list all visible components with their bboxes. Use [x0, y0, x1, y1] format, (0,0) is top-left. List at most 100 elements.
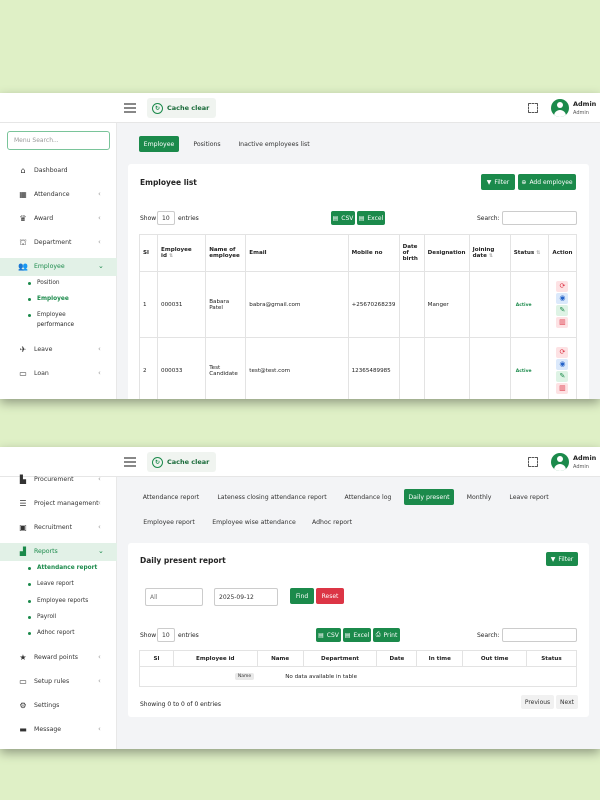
star-icon: ★ [19, 653, 27, 662]
sidebar-item-settings[interactable]: ⚙ Settings [0, 697, 117, 715]
col-employee-id[interactable]: Employee id [172, 650, 258, 667]
col-status[interactable]: Status ⇅ [509, 234, 549, 272]
col-name[interactable]: Name of employee [205, 234, 247, 272]
sidebar-sub-attendance-report[interactable]: Attendance report [27, 565, 97, 571]
sidebar-item-leave[interactable]: ✈ Leave ‹ [0, 341, 117, 359]
tab-inactive-employees[interactable]: Inactive employees list [235, 136, 313, 152]
col-sl[interactable]: Sl [138, 234, 159, 272]
sidebar-sub-position[interactable]: Position [28, 280, 60, 286]
sidebar-item-project-management[interactable]: ☰ Project management ‹ [0, 495, 117, 513]
sidebar-item-award[interactable]: ♛ Award ‹ [0, 210, 117, 228]
edit-icon[interactable]: ✎ [556, 371, 569, 382]
tab-positions[interactable]: Positions [187, 136, 227, 152]
col-email[interactable]: Email [245, 234, 349, 272]
add-employee-button[interactable]: ⊕ Add employee [518, 174, 576, 190]
users-icon: 👥 [18, 262, 28, 271]
edit-icon[interactable]: ✎ [556, 305, 569, 316]
table-search-input[interactable] [502, 628, 577, 642]
csv-button[interactable]: ▤ CSV [316, 628, 341, 642]
menu-search-input[interactable]: Menu Search... [7, 131, 110, 150]
tab-attendance-log[interactable]: Attendance log [340, 489, 396, 505]
sidebar-item-department[interactable]: ⛫ Department ‹ [0, 234, 117, 252]
chevron-down-icon: ⌄ [98, 547, 104, 555]
col-in-time[interactable]: In time [416, 650, 464, 667]
sidebar-item-reports[interactable]: ▟ Reports ⌄ [0, 543, 117, 561]
tab-daily-present[interactable]: Daily present [404, 489, 454, 505]
reset-button[interactable]: Reset [316, 588, 344, 604]
fullscreen-icon[interactable] [528, 103, 538, 113]
col-mobile[interactable]: Mobile no [347, 234, 400, 272]
employee-table: Sl Employee id ⇅ Name of employee Email M… [138, 234, 578, 399]
cache-clear-button[interactable]: ↻ Cache clear [147, 98, 217, 118]
excel-button[interactable]: ▤ Excel [343, 628, 371, 642]
tab-employee-report[interactable]: Employee report [139, 514, 199, 530]
sidebar-item-dashboard[interactable]: ⌂ Dashboard [0, 162, 117, 180]
col-status[interactable]: Status [526, 650, 577, 667]
sidebar-item-reward-points[interactable]: ★ Reward points ‹ [0, 649, 117, 667]
col-action[interactable]: Action [547, 234, 578, 272]
date-input[interactable]: 2025-09-12 [214, 588, 278, 606]
col-employee-id[interactable]: Employee id ⇅ [157, 234, 207, 272]
sidebar-item-loan[interactable]: ▭ Loan ‹ [0, 365, 117, 383]
table-search-input[interactable] [502, 211, 577, 225]
fullscreen-icon[interactable] [528, 457, 538, 467]
delete-icon[interactable]: ▥ [556, 383, 569, 394]
chevron-left-icon: ‹ [98, 190, 101, 198]
view-icon[interactable]: ◉ [556, 359, 569, 370]
col-department[interactable]: Department [302, 650, 378, 667]
sidebar-item-procurement[interactable]: ▙ Procurement ‹ [0, 471, 117, 489]
table-header-row: Sl Employee id ⇅ Name of employee Email M… [138, 234, 578, 272]
cache-clear-button[interactable]: ↻ Cache clear [147, 452, 217, 472]
refresh-icon[interactable]: ⟳ [556, 347, 569, 358]
previous-button[interactable]: Previous [521, 695, 554, 709]
page-size-select[interactable]: 10 [157, 628, 175, 642]
excel-button[interactable]: ▤ Excel [357, 211, 385, 225]
sidebar-item-attendance[interactable]: ▦ Attendance ‹ [0, 186, 117, 204]
daily-present-card: Daily present report ▼ Filter All 2025-09… [128, 543, 589, 717]
employee-select[interactable]: All [145, 588, 203, 606]
tab-lateness-closing[interactable]: Lateness closing attendance report [212, 489, 332, 505]
col-joining[interactable]: Joining date ⇅ [468, 234, 511, 272]
col-date[interactable]: Date [376, 650, 418, 667]
refresh-icon[interactable]: ⟳ [556, 281, 569, 292]
col-name[interactable]: Name [256, 650, 304, 667]
chevron-left-icon: ‹ [98, 345, 101, 353]
next-button[interactable]: Next [556, 695, 578, 709]
top-bar: ↻ Cache clear Admin Admin [0, 93, 600, 123]
filter-button[interactable]: ▼ Filter [481, 174, 515, 190]
col-sl[interactable]: Sl [139, 650, 174, 667]
list-icon: ☰ [19, 499, 27, 508]
sidebar-item-recruitment[interactable]: ▣ Recruitment ‹ [0, 519, 117, 537]
sidebar-sub-leave-report[interactable]: Leave report [28, 581, 74, 587]
view-icon[interactable]: ◉ [556, 293, 569, 304]
col-dob[interactable]: Date of birth [398, 234, 425, 272]
sidebar-sub-employee-performance[interactable]: Employee [28, 312, 66, 318]
sidebar-item-employee[interactable]: 👥 Employee ⌄ [0, 258, 117, 276]
filter-label: Filter [558, 555, 574, 563]
sidebar-item-setup-rules[interactable]: ▭ Setup rules ‹ [0, 673, 117, 691]
csv-button[interactable]: ▤ CSV [331, 211, 355, 225]
menu-toggle-icon[interactable] [124, 103, 136, 113]
sidebar-sub-adhoc-report[interactable]: Adhoc report [28, 630, 75, 636]
col-label: Employee id [161, 247, 192, 259]
tab-adhoc-report[interactable]: Adhoc report [308, 514, 356, 530]
tab-employee[interactable]: Employee [139, 136, 179, 152]
sidebar-sub-employee-reports[interactable]: Employee reports [27, 598, 88, 604]
tab-attendance-report[interactable]: Attendance report [139, 489, 203, 505]
sidebar-sub-payroll[interactable]: Payroll [27, 614, 56, 620]
print-button[interactable]: ⎙ Print [373, 628, 400, 642]
avatar[interactable] [551, 453, 569, 471]
filter-button[interactable]: ▼ Filter [546, 552, 578, 566]
sidebar-sub-employee[interactable]: Employee [28, 296, 69, 302]
menu-toggle-icon[interactable] [124, 457, 136, 467]
tab-monthly[interactable]: Monthly [462, 489, 496, 505]
tab-employee-wise-attendance[interactable]: Employee wise attendance [208, 514, 300, 530]
tab-leave-report[interactable]: Leave report [504, 489, 554, 505]
find-button[interactable]: Find [290, 588, 314, 604]
sidebar-item-message[interactable]: ▬ Message ‹ [0, 721, 117, 739]
col-out-time[interactable]: Out time [462, 650, 528, 667]
avatar[interactable] [551, 99, 569, 117]
col-designation[interactable]: Designation [423, 234, 470, 272]
page-size-select[interactable]: 10 [157, 211, 175, 225]
delete-icon[interactable]: ▥ [556, 317, 569, 328]
